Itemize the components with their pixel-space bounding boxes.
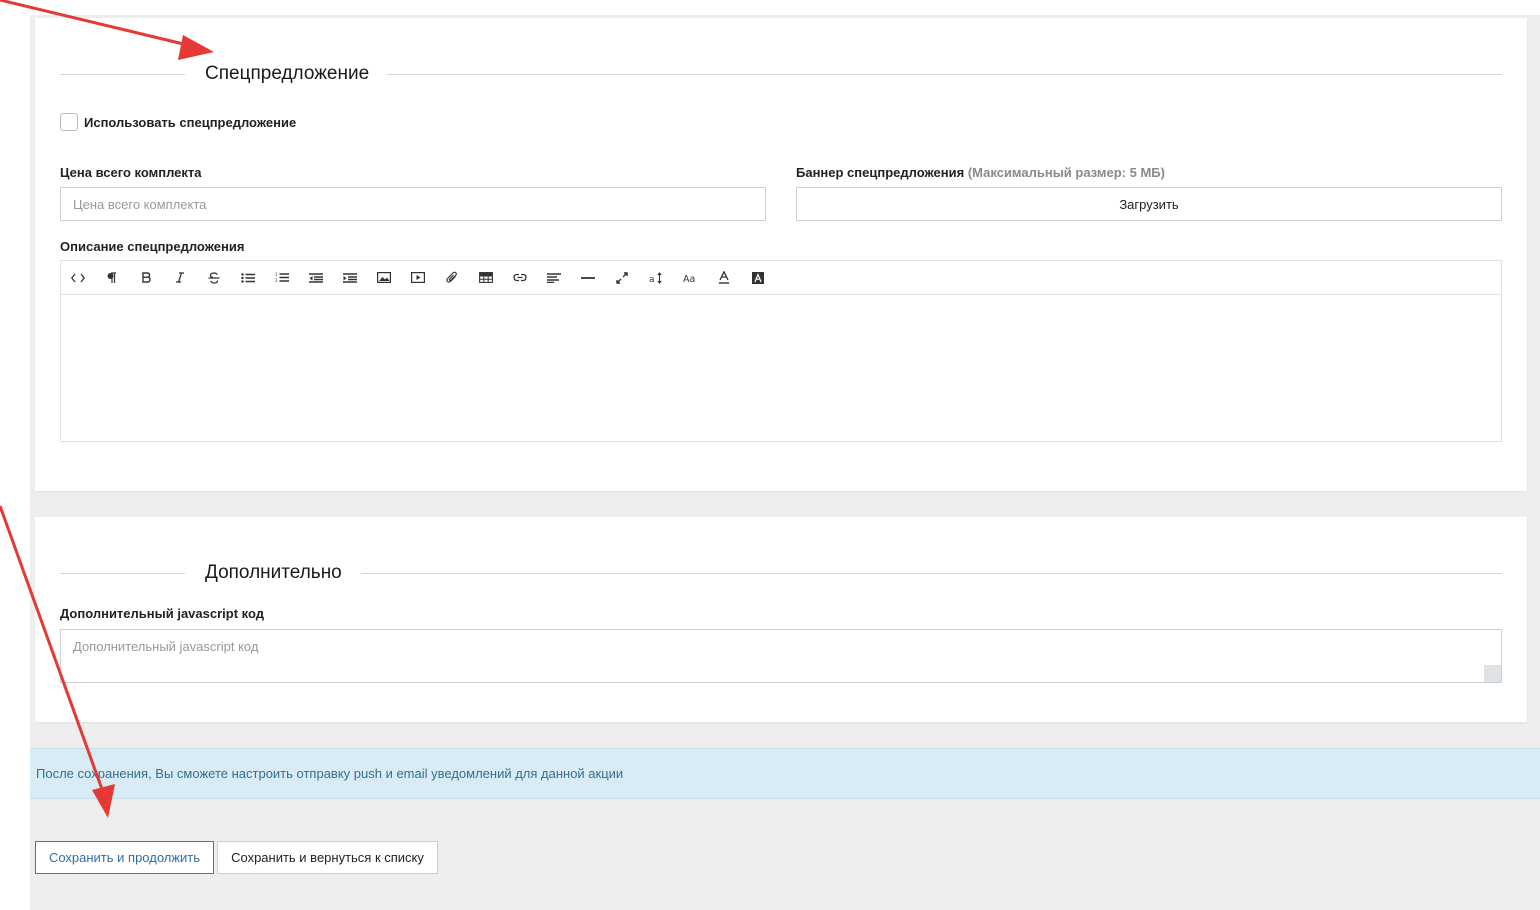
section-title-special-offer: Спецпредложение	[205, 63, 370, 84]
file-attach-icon[interactable]	[435, 261, 469, 295]
video-icon[interactable]	[401, 261, 435, 295]
svg-text:Aa: Aa	[683, 274, 695, 283]
svg-text:2: 2	[275, 278, 278, 283]
indent-icon[interactable]	[333, 261, 367, 295]
js-code-label: Дополнительный javascript код	[60, 606, 265, 621]
save-and-return-button[interactable]: Сохранить и вернуться к списку	[217, 841, 438, 874]
section-title-additional: Дополнительно	[205, 562, 342, 583]
banner-label: Баннер спецпредложения (Максимальный раз…	[796, 165, 1165, 180]
link-icon[interactable]	[503, 261, 537, 295]
save-and-continue-label: Сохранить и продолжить	[48, 850, 201, 865]
legend-divider	[60, 74, 185, 75]
description-editor: 12 a Aa	[60, 260, 1502, 442]
align-left-icon[interactable]	[537, 261, 571, 295]
horizontal-rule-icon[interactable]	[571, 261, 605, 295]
save-and-return-label: Сохранить и вернуться к списку	[231, 850, 424, 865]
fullscreen-icon[interactable]	[605, 261, 639, 295]
price-label: Цена всего комплекта	[60, 165, 202, 180]
legend-divider	[387, 74, 1502, 75]
background-color-icon[interactable]	[741, 261, 775, 295]
special-offer-card: Спецпредложение Использовать спецпредлож…	[35, 18, 1527, 491]
image-icon[interactable]	[367, 261, 401, 295]
font-size-icon[interactable]: a	[639, 261, 673, 295]
price-placeholder: Цена всего комплекта	[73, 196, 207, 212]
js-code-textarea[interactable]: Дополнительный javascript код	[60, 629, 1502, 683]
use-special-offer-checkbox[interactable]	[60, 113, 78, 131]
legend-divider	[60, 573, 185, 574]
info-message: После сохранения, Вы сможете настроить о…	[36, 766, 624, 781]
use-special-offer-row[interactable]: Использовать спецпредложение	[60, 113, 296, 131]
italic-icon[interactable]	[163, 261, 197, 295]
code-view-icon[interactable]	[61, 261, 95, 295]
font-family-icon[interactable]: Aa	[673, 261, 707, 295]
banner-size-hint: (Максимальный размер: 5 МБ)	[967, 165, 1165, 180]
additional-card: Дополнительно Дополнительный javascript …	[35, 517, 1527, 722]
paragraph-icon[interactable]	[95, 261, 129, 295]
upload-button-label: Загрузить	[1119, 196, 1179, 212]
outdent-icon[interactable]	[299, 261, 333, 295]
additional-legend: Дополнительно	[60, 563, 1502, 583]
text-color-icon[interactable]	[707, 261, 741, 295]
legend-divider	[361, 573, 1502, 574]
info-alert: После сохранения, Вы сможете настроить о…	[30, 748, 1540, 799]
bold-icon[interactable]	[129, 261, 163, 295]
price-input[interactable]: Цена всего комплекта	[60, 187, 766, 221]
description-label: Описание спецпредложения	[60, 239, 245, 254]
description-editor-area[interactable]	[61, 295, 1501, 441]
strikethrough-icon[interactable]	[197, 261, 231, 295]
special-offer-legend: Спецпредложение	[60, 64, 1502, 84]
save-and-continue-button[interactable]: Сохранить и продолжить	[35, 841, 214, 874]
use-special-offer-label[interactable]: Использовать спецпредложение	[84, 115, 296, 130]
numbered-list-icon[interactable]: 12	[265, 261, 299, 295]
banner-label-text: Баннер спецпредложения	[796, 165, 965, 180]
editor-toolbar: 12 a Aa	[61, 261, 1501, 295]
svg-text:a: a	[649, 275, 655, 284]
bullet-list-icon[interactable]	[231, 261, 265, 295]
js-code-placeholder: Дополнительный javascript код	[73, 639, 259, 654]
table-icon[interactable]	[469, 261, 503, 295]
textarea-resize-handle[interactable]	[1484, 665, 1501, 682]
svg-text:1: 1	[275, 272, 278, 277]
upload-banner-button[interactable]: Загрузить	[796, 187, 1502, 221]
